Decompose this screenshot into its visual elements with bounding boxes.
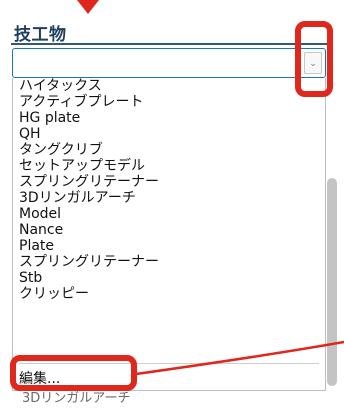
dropdown-option[interactable]: タングクリブ — [19, 142, 103, 158]
dropdown-option[interactable]: Nance — [19, 222, 63, 238]
arrow-down-icon — [77, 0, 99, 14]
dropdown-option[interactable]: アクティブプレート — [19, 94, 143, 110]
underlying-text: 3Dリンガルアーチ — [22, 391, 131, 406]
annotation-box-bottom — [10, 355, 137, 391]
dropdown-list[interactable]: ハイタックス アクティブプレート HG plate QH タングクリブ セットア… — [12, 78, 326, 391]
field-label: 技工物 — [14, 25, 67, 45]
dropdown-option[interactable]: クリッピー — [19, 286, 89, 302]
dropdown-option[interactable]: スプリングリテーナー — [19, 174, 159, 190]
dropdown-option[interactable]: HG plate — [19, 110, 80, 126]
dropdown-option[interactable]: スプリングリテーナー — [19, 254, 159, 270]
dropdown-option[interactable]: Stb — [19, 270, 42, 286]
dropdown-option[interactable]: 3Dリンガルアーチ — [19, 190, 136, 206]
dropdown-option[interactable]: ハイタックス — [19, 78, 102, 94]
dropdown-option[interactable]: Plate — [19, 238, 54, 254]
label-underline — [11, 43, 329, 45]
screenshot-stage: 技工物 ⌄ ハイタックス アクティブプレート HG plate QH タングクリ… — [0, 0, 344, 408]
dropdown-option[interactable]: Model — [19, 206, 61, 222]
dropdown-option[interactable]: QH — [19, 126, 41, 142]
annotation-box-top — [295, 21, 333, 97]
technician-select[interactable]: ⌄ — [12, 48, 326, 78]
scrollbar-thumb[interactable] — [327, 178, 337, 386]
dropdown-option[interactable]: セットアップモデル — [19, 158, 145, 174]
